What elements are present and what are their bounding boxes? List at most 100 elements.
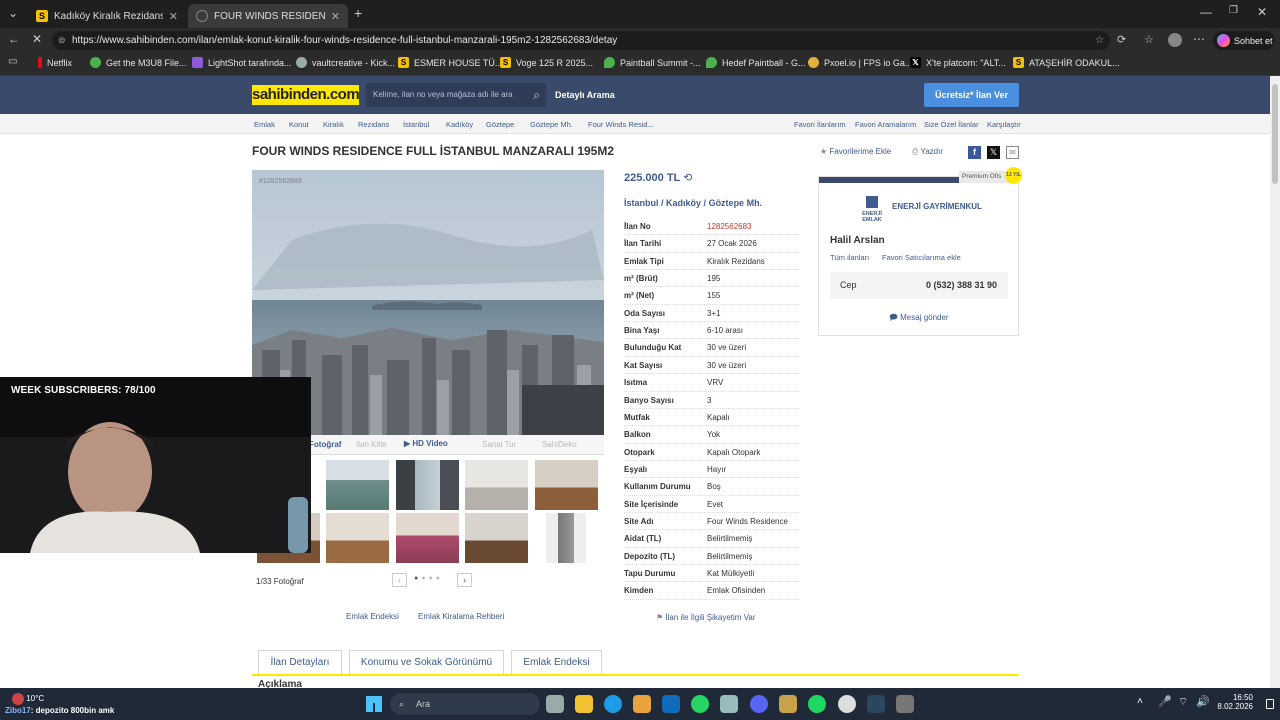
agency-name[interactable]: ENERJİ GAYRİMENKUL <box>892 202 982 211</box>
new-tab-icon[interactable]: + <box>354 5 362 21</box>
more-icon[interactable]: ⋯ <box>1193 32 1205 46</box>
breadcrumb-item[interactable]: Göztepe <box>486 120 514 129</box>
site-info-icon[interactable]: ⊜ <box>58 31 66 50</box>
breadcrumb-item[interactable]: Kiralık <box>323 120 344 129</box>
notification-icon[interactable] <box>1266 699 1274 709</box>
spotify-icon[interactable] <box>808 695 826 713</box>
bookmarks-menu-icon[interactable]: ▭ <box>8 56 17 67</box>
breadcrumb-item[interactable]: İstanbul <box>403 120 429 129</box>
add-favorites-link[interactable]: ★ Favorilerime Ekle <box>820 147 891 156</box>
store-icon[interactable] <box>633 695 651 713</box>
phone-number[interactable]: 0 (532) 388 31 90 <box>926 280 997 290</box>
location-neighborhood[interactable]: Göztepe Mh. <box>709 198 763 208</box>
x-share-icon[interactable]: 𝕏 <box>987 146 1000 159</box>
top-link-karsilastir[interactable]: Karşılaştır <box>987 120 1021 129</box>
email-share-icon[interactable]: ✉ <box>1006 146 1019 159</box>
tab-menu-icon[interactable]: ⌄ <box>8 6 18 20</box>
clock[interactable]: 16:50 8.02.2026 <box>1217 693 1253 711</box>
site-search-input[interactable]: Kelime, ilan no veya mağaza adı ile ara … <box>366 83 546 107</box>
photo-thumbnail[interactable] <box>326 513 389 563</box>
bookmark-pxoel[interactable]: Pxoel.io | FPS io Ga... <box>808 57 912 68</box>
breadcrumb-item[interactable]: Emlak <box>254 120 275 129</box>
close-tab-icon[interactable]: ✕ <box>163 10 178 23</box>
print-link[interactable]: ⎙ Yazdır <box>912 147 943 157</box>
stop-icon[interactable]: ✕ <box>32 32 42 46</box>
extensions-icon[interactable]: ⟳ <box>1117 33 1126 46</box>
steam-icon[interactable] <box>867 695 885 713</box>
search-icon[interactable]: ⌕ <box>533 83 540 107</box>
top-link-favori-aramalar[interactable]: Favori Aramalarım <box>855 120 916 129</box>
top-link-favori-ilanlar[interactable]: Favori İlanlarım <box>794 120 846 129</box>
page-scrollbar[interactable] <box>1270 76 1280 688</box>
calculator-icon[interactable] <box>896 695 914 713</box>
breadcrumb-item[interactable]: Kadıköy <box>446 120 473 129</box>
file-explorer-icon[interactable] <box>575 695 593 713</box>
start-icon[interactable] <box>366 696 382 712</box>
copilot-button[interactable]: Sohbet et <box>1213 31 1275 50</box>
location-district[interactable]: Kadıköy <box>666 198 701 208</box>
bookmark-esmer[interactable]: S ESMER HOUSE TÜ... <box>398 57 502 68</box>
price-history-icon[interactable]: ⟲ <box>683 172 692 184</box>
app-icon[interactable] <box>720 695 738 713</box>
bookmark-hedef-paintball[interactable]: Hedef Paintball - G... <box>706 57 806 68</box>
star-icon[interactable]: ☆ <box>1095 31 1104 50</box>
tab-location-street[interactable]: Konumu ve Sokak Görünümü <box>349 650 504 674</box>
outlook-icon[interactable] <box>662 695 680 713</box>
complaint-link[interactable]: ⚑ İlan ile İlgili Şikayetim Var <box>656 613 756 622</box>
photo-thumbnail[interactable] <box>546 513 586 563</box>
location-city[interactable]: İstanbul <box>624 198 659 208</box>
prev-photo-button[interactable]: ‹ <box>392 573 407 587</box>
close-window-icon[interactable]: ✕ <box>1257 5 1267 19</box>
wifi-icon[interactable]: ⌔ <box>1178 695 1188 709</box>
breadcrumb-item[interactable]: Göztepe Mh. <box>530 120 573 129</box>
tab-hd-video[interactable]: ▶ HD Video <box>404 439 448 448</box>
tab-photo[interactable]: Fotoğraf <box>309 440 341 449</box>
top-link-size-ozel[interactable]: Size Özel İlanlar <box>924 120 979 129</box>
edge-icon[interactable] <box>604 695 622 713</box>
tab-listing-details[interactable]: İlan Detayları <box>258 650 342 674</box>
kiralama-rehberi-link[interactable]: Emlak Kiralama Rehberi <box>418 612 504 621</box>
volume-icon[interactable]: 🔊 <box>1196 695 1210 708</box>
photo-thumbnail[interactable] <box>326 460 389 510</box>
photo-thumbnail[interactable] <box>465 513 528 563</box>
bookmark-m3u8[interactable]: Get the M3U8 File... <box>90 57 187 68</box>
tab-four-winds[interactable]: FOUR WINDS RESIDENCE FULL İST ✕ <box>188 4 348 28</box>
minimize-icon[interactable]: — <box>1200 5 1212 19</box>
bookmark-paintball-summit[interactable]: Paintball Summit -... <box>604 57 701 68</box>
tab-ilan-kitle[interactable]: İlan Kitle <box>356 440 387 449</box>
task-view-icon[interactable] <box>546 695 564 713</box>
favorites-icon[interactable]: ☆ <box>1144 33 1154 46</box>
site-logo[interactable]: sahibinden.com <box>252 85 360 105</box>
scrollbar-thumb[interactable] <box>1272 84 1278 184</box>
bookmark-netflix[interactable]: Netflix <box>38 57 72 68</box>
emlak-endeksi-link[interactable]: Emlak Endeksi <box>346 612 399 621</box>
favorite-seller-link[interactable]: Favori Satıcılarıma ekle <box>882 253 961 262</box>
all-listings-link[interactable]: Tüm ilanları <box>830 253 869 262</box>
photo-thumbnail[interactable] <box>535 460 598 510</box>
discord-icon[interactable] <box>750 695 768 713</box>
tab-kadikoy[interactable]: S Kadıköy Kiralık Rezidans Fiyatları s ✕ <box>28 4 186 28</box>
post-listing-button[interactable]: Ücretsiz* İlan Ver <box>924 83 1019 107</box>
maximize-icon[interactable]: ❐ <box>1229 5 1238 16</box>
bookmark-voge[interactable]: S Voge 125 R 2025... <box>500 57 593 68</box>
close-tab-icon[interactable]: ✕ <box>325 10 340 23</box>
photo-thumbnail[interactable] <box>396 513 459 563</box>
tray-chevron-icon[interactable]: ˄ <box>1137 696 1143 707</box>
photo-thumbnail[interactable] <box>396 460 459 510</box>
bookmark-x[interactable]: 𝕏 X'te platcom: "ALT... <box>910 57 1006 68</box>
bookmark-vaultcreative[interactable]: vaultcreative - Kick... <box>296 57 395 68</box>
riot-icon[interactable] <box>779 695 797 713</box>
bookmark-lightshot[interactable]: LightShot tarafında... <box>192 57 292 68</box>
breadcrumb-item[interactable]: Four Winds Resid... <box>588 120 654 129</box>
back-icon[interactable]: ← <box>8 32 20 46</box>
microphone-icon[interactable]: 🎤 <box>1158 695 1172 708</box>
tab-sanal-tur[interactable]: Sanal Tur <box>482 440 516 449</box>
next-photo-button[interactable]: › <box>457 573 472 587</box>
profile-avatar[interactable] <box>1168 33 1182 47</box>
photo-thumbnail[interactable] <box>465 460 528 510</box>
tab-sahideko[interactable]: SahiDeko <box>542 440 577 449</box>
chrome-icon[interactable] <box>838 695 856 713</box>
detailed-search-link[interactable]: Detaylı Arama <box>555 90 615 100</box>
weather-widget[interactable]: 10°C <box>12 693 44 705</box>
send-message-link[interactable]: 🗩 Mesaj gönder <box>889 312 949 326</box>
